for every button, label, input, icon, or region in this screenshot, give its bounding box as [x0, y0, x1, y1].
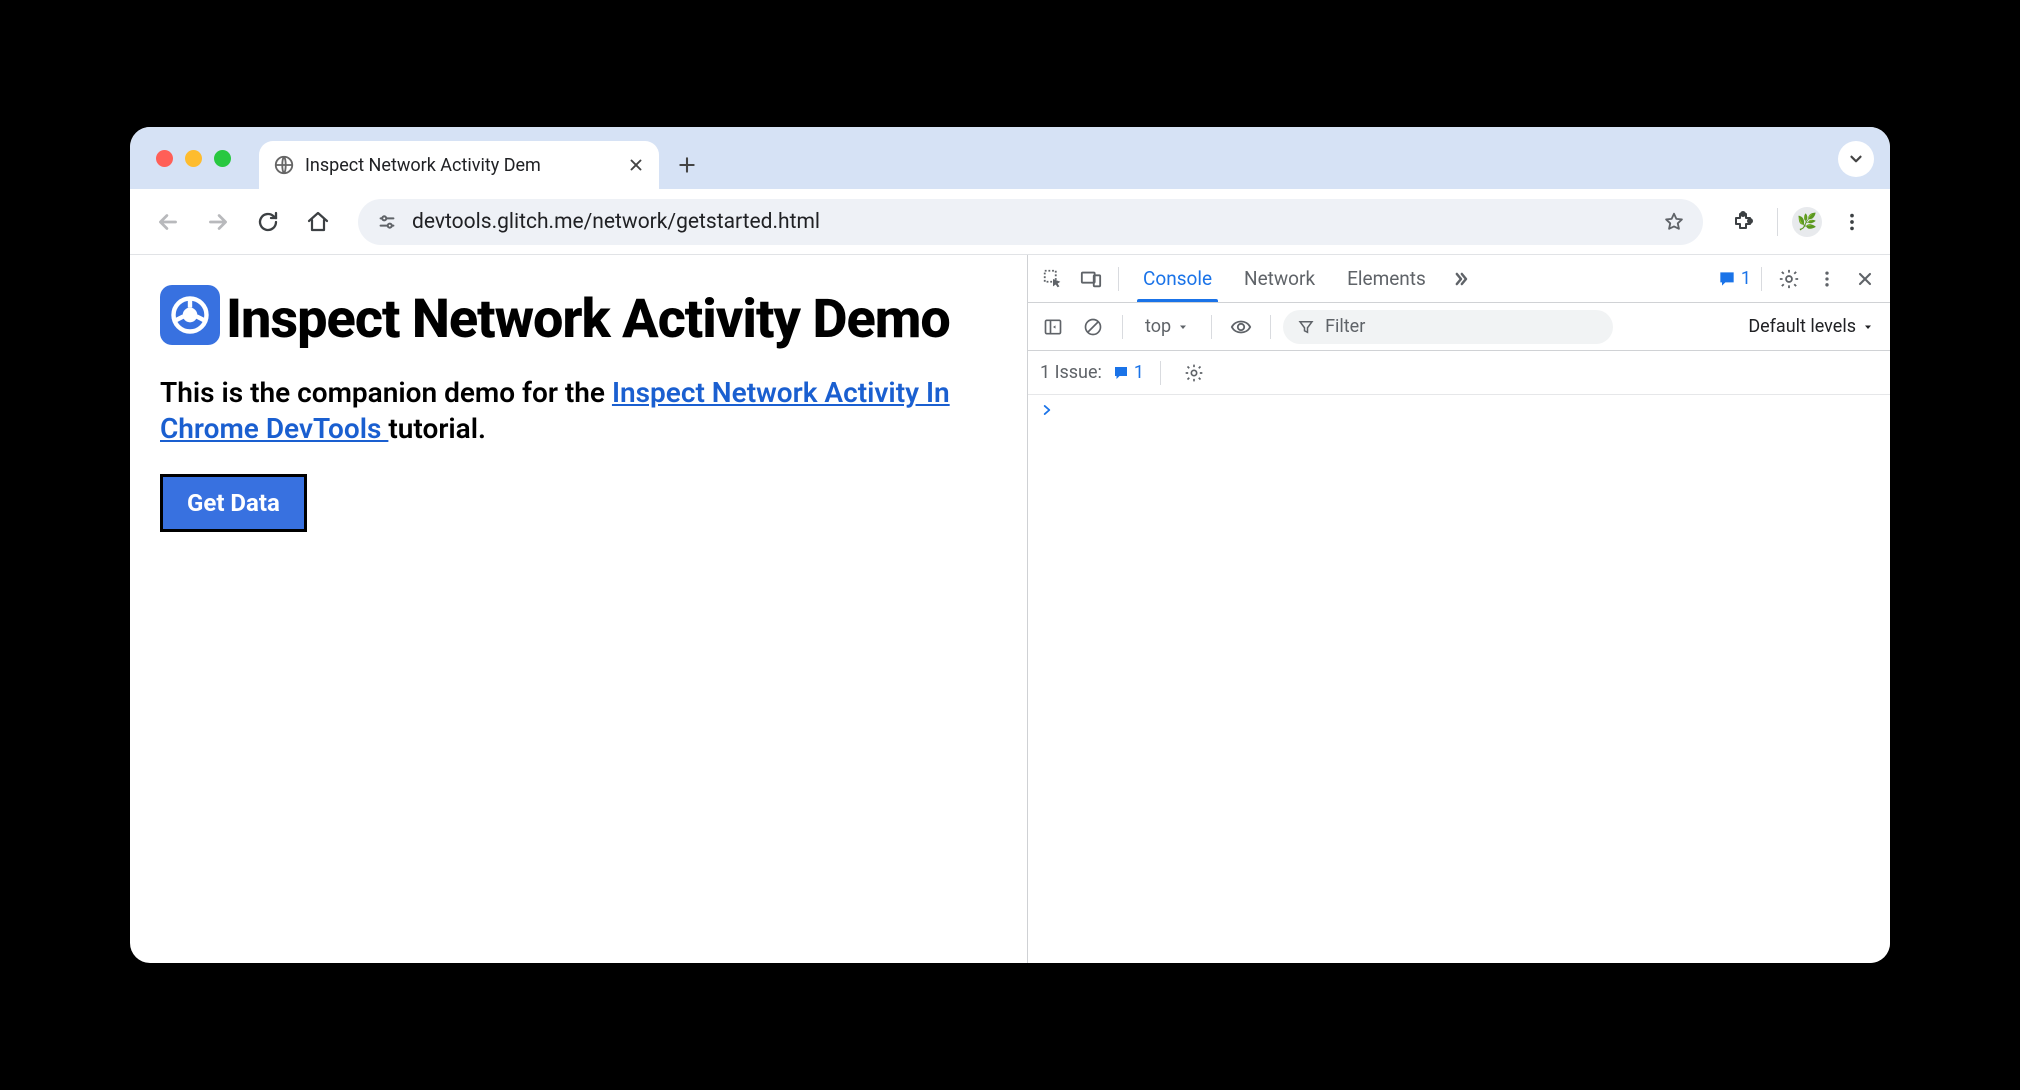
console-settings-icon[interactable]	[1177, 356, 1211, 390]
filter-placeholder: Filter	[1325, 316, 1365, 337]
log-levels-select[interactable]: Default levels	[1748, 316, 1882, 337]
levels-label: Default levels	[1748, 316, 1856, 337]
star-icon[interactable]	[1663, 211, 1685, 233]
console-issues-row: 1 Issue: 1	[1028, 351, 1890, 395]
close-icon[interactable]	[627, 156, 645, 174]
tabs-dropdown-button[interactable]	[1838, 141, 1874, 177]
issue-count: 1	[1134, 362, 1144, 383]
console-toolbar: top Filter Default levels	[1028, 303, 1890, 351]
tab-elements[interactable]: Elements	[1333, 255, 1440, 302]
window-controls	[156, 150, 231, 167]
tab-strip: Inspect Network Activity Dem	[130, 127, 1890, 189]
tab-network[interactable]: Network	[1230, 255, 1329, 302]
tab-console[interactable]: Console	[1129, 255, 1226, 302]
issues-indicator[interactable]: 1	[1717, 268, 1751, 289]
live-expression-icon[interactable]	[1224, 310, 1258, 344]
back-button[interactable]	[148, 202, 188, 242]
settings-icon[interactable]	[1772, 262, 1806, 296]
get-data-button[interactable]: Get Data	[160, 474, 307, 532]
toolbar-separator	[1777, 208, 1778, 236]
page-heading-text: Inspect Network Activity Demo	[226, 288, 950, 351]
separator	[1160, 361, 1161, 385]
devtools-logo-icon	[160, 285, 220, 345]
issue-pill[interactable]: 1	[1112, 362, 1144, 383]
window-zoom-button[interactable]	[214, 150, 231, 167]
globe-icon	[273, 154, 295, 176]
separator	[1270, 315, 1271, 339]
forward-button[interactable]	[198, 202, 238, 242]
url-text: devtools.glitch.me/network/getstarted.ht…	[412, 210, 1649, 234]
intro-text-post: tutorial.	[388, 412, 486, 445]
address-bar[interactable]: devtools.glitch.me/network/getstarted.ht…	[358, 199, 1703, 245]
intro-paragraph: This is the companion demo for the Inspe…	[160, 375, 960, 448]
extensions-button[interactable]	[1723, 202, 1763, 242]
profile-avatar[interactable]: 🌿	[1792, 207, 1822, 237]
page-content: Inspect Network Activity Demo This is th…	[130, 255, 1028, 963]
context-label: top	[1145, 316, 1171, 337]
more-tabs-icon[interactable]	[1444, 262, 1478, 296]
window-close-button[interactable]	[156, 150, 173, 167]
browser-toolbar: devtools.glitch.me/network/getstarted.ht…	[130, 189, 1890, 255]
clear-console-icon[interactable]	[1076, 310, 1110, 344]
content-area: Inspect Network Activity Demo This is th…	[130, 255, 1890, 963]
separator	[1211, 315, 1212, 339]
separator	[1761, 267, 1762, 291]
page-heading: Inspect Network Activity Demo	[160, 285, 997, 351]
close-devtools-icon[interactable]	[1848, 262, 1882, 296]
new-tab-button[interactable]	[669, 147, 705, 183]
site-settings-icon[interactable]	[376, 211, 398, 233]
device-toolbar-icon[interactable]	[1074, 262, 1108, 296]
console-filter[interactable]: Filter	[1283, 310, 1613, 344]
toggle-sidebar-icon[interactable]	[1036, 310, 1070, 344]
reload-button[interactable]	[248, 202, 288, 242]
browser-window: Inspect Network Activity Dem	[130, 127, 1890, 963]
intro-text-pre: This is the companion demo for the	[160, 376, 612, 409]
window-minimize-button[interactable]	[185, 150, 202, 167]
console-prompt-icon	[1040, 403, 1878, 417]
home-button[interactable]	[298, 202, 338, 242]
devtools-panel: Console Network Elements 1	[1028, 255, 1890, 963]
execution-context-select[interactable]: top	[1135, 312, 1199, 341]
chrome-menu-button[interactable]	[1832, 202, 1872, 242]
browser-tab[interactable]: Inspect Network Activity Dem	[259, 141, 659, 189]
devtools-menu-icon[interactable]	[1810, 262, 1844, 296]
filter-icon	[1297, 318, 1315, 336]
tab-title: Inspect Network Activity Dem	[305, 155, 617, 176]
devtools-tabbar: Console Network Elements 1	[1028, 255, 1890, 303]
separator	[1122, 315, 1123, 339]
issues-count: 1	[1741, 268, 1751, 289]
issue-label: 1 Issue:	[1040, 362, 1102, 383]
console-output[interactable]	[1028, 395, 1890, 963]
separator	[1118, 267, 1119, 291]
inspect-element-icon[interactable]	[1036, 262, 1070, 296]
